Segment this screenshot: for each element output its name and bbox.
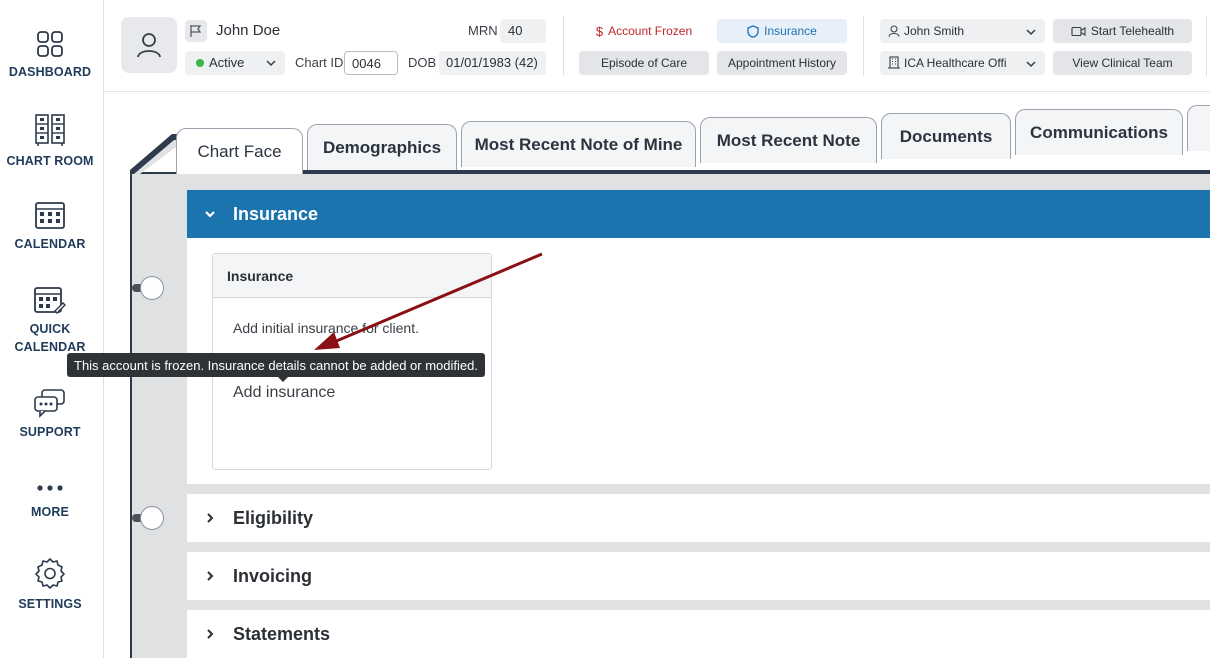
episode-of-care-button[interactable]: Episode of Care — [579, 51, 709, 75]
tab-most-recent-note-label: Most Recent Note — [716, 130, 861, 150]
chevron-right-icon — [207, 513, 214, 523]
nav-dashboard-label: DASHBOARD — [8, 65, 92, 79]
gear-icon — [35, 558, 65, 589]
flag-button[interactable] — [185, 20, 207, 42]
tab-communications-label: Communications — [1030, 122, 1168, 142]
nav-quick-calendar-label: QUICK CALENDAR — [14, 322, 86, 354]
patient-header: John Doe MRN 40 Active Chart ID 0046 DOB… — [104, 0, 1210, 92]
chevron-down-icon — [1025, 58, 1037, 70]
insurance-section-header[interactable]: Insurance — [187, 190, 1210, 238]
status-value: Active — [209, 55, 245, 70]
invoicing-section-header[interactable]: Invoicing — [187, 552, 1210, 600]
eligibility-section-title: Eligibility — [233, 507, 314, 528]
nav-support[interactable]: SUPPORT — [0, 388, 100, 441]
nav-support-label: SUPPORT — [19, 425, 81, 439]
nav-quick-calendar[interactable]: QUICK CALENDAR — [0, 285, 100, 356]
tab-documents-label: Documents — [899, 126, 993, 146]
insurance-card-title: Insurance — [213, 254, 491, 298]
frozen-tooltip: This account is frozen. Insurance detail… — [67, 353, 485, 382]
avatar[interactable] — [121, 17, 177, 73]
tab-most-recent-note-of-mine-label: Most Recent Note of Mine — [474, 134, 683, 154]
left-navigation: DASHBOARD CHART ROOM CALENDAR QUICK CALE… — [0, 0, 104, 658]
nav-dashboard[interactable]: DASHBOARD — [0, 30, 100, 81]
chevron-down-icon — [266, 60, 276, 67]
status-select[interactable]: Active — [185, 51, 285, 75]
chart-id-label: Chart ID — [295, 55, 344, 70]
status-dot — [196, 59, 204, 67]
tab-demographics-label: Demographics — [322, 137, 442, 157]
building-icon — [888, 56, 900, 69]
chat-bubbles-icon — [34, 389, 65, 418]
chevron-right-icon — [207, 629, 214, 639]
add-insurance-link[interactable]: Add insurance — [233, 384, 335, 402]
tab-demographics[interactable]: Demographics — [307, 124, 457, 170]
appointment-history-button[interactable]: Appointment History — [717, 51, 847, 75]
tab-most-recent-note[interactable]: Most Recent Note — [700, 117, 877, 163]
dashboard-icon — [37, 31, 63, 57]
clinician-value: John Smith — [904, 24, 965, 38]
patient-name: John Doe — [216, 22, 281, 39]
start-telehealth-button[interactable]: Start Telehealth — [1053, 19, 1192, 43]
insurance-section-title: Insurance — [233, 203, 319, 224]
nav-chart-room[interactable]: CHART ROOM — [0, 113, 100, 170]
tooltip-pointer — [277, 376, 289, 382]
quick-calendar-icon — [34, 287, 66, 314]
tab-documents[interactable]: Documents — [881, 113, 1011, 159]
dob-value: 01/01/1983 (42) — [439, 51, 546, 75]
chevron-down-icon — [1026, 29, 1036, 36]
clinician-select[interactable]: John Smith — [880, 19, 1045, 43]
tab-chart-face-label: Chart Face — [197, 141, 282, 161]
nav-calendar[interactable]: CALENDAR — [0, 200, 100, 253]
binder-ring — [140, 506, 164, 530]
binder-ring — [140, 276, 164, 300]
account-frozen-label: Account Frozen — [608, 24, 693, 38]
file-cabinet-icon — [35, 114, 65, 146]
chevron-right-icon — [207, 571, 214, 581]
statements-section-title: Statements — [233, 623, 331, 644]
nav-settings[interactable]: SETTINGS — [0, 556, 100, 613]
calendar-icon — [35, 202, 65, 229]
tab-most-recent-note-of-mine[interactable]: Most Recent Note of Mine — [461, 121, 696, 167]
nav-more-label: MORE — [31, 505, 69, 519]
mrn-value: 40 — [500, 19, 546, 43]
tab-overflow[interactable] — [1187, 105, 1210, 151]
chart-id-field[interactable]: 0046 — [344, 51, 398, 75]
insurance-button[interactable]: Insurance — [717, 19, 847, 43]
view-clinical-team-button[interactable]: View Clinical Team — [1053, 51, 1192, 75]
episode-of-care-label: Episode of Care — [600, 56, 688, 70]
office-select[interactable]: ICA Healthcare Offi — [880, 51, 1045, 75]
eligibility-section-header[interactable]: Eligibility — [187, 494, 1210, 542]
nav-more[interactable]: MORE — [0, 478, 100, 521]
chevron-down-icon — [205, 211, 215, 218]
tab-chart-face[interactable]: Chart Face — [176, 128, 303, 174]
appointment-history-label: Appointment History — [727, 56, 837, 70]
nav-settings-label: SETTINGS — [18, 597, 82, 611]
flag-icon — [190, 25, 202, 37]
user-icon — [888, 25, 900, 37]
account-frozen-button[interactable]: $ Account Frozen — [579, 19, 709, 43]
nav-chart-room-label: CHART ROOM — [6, 154, 94, 168]
dollar-icon: $ — [595, 23, 604, 39]
frozen-tooltip-text: This account is frozen. Insurance detail… — [74, 358, 478, 373]
invoicing-section-title: Invoicing — [233, 565, 313, 586]
shield-icon — [747, 24, 759, 38]
dob-label: DOB — [408, 55, 437, 70]
binder-corner — [130, 134, 180, 174]
header-divider — [563, 16, 564, 76]
header-divider — [1206, 16, 1207, 76]
video-camera-icon — [1071, 26, 1086, 36]
office-value: ICA Healthcare Offi — [904, 56, 1007, 70]
header-divider — [863, 16, 864, 76]
tab-communications[interactable]: Communications — [1015, 109, 1183, 155]
insurance-card-message: Add initial insurance for client. — [233, 320, 419, 336]
statements-section-header[interactable]: Statements — [187, 610, 1210, 658]
view-clinical-team-label: View Clinical Team — [1072, 56, 1173, 70]
nav-calendar-label: CALENDAR — [14, 237, 86, 251]
insurance-button-label: Insurance — [764, 24, 817, 38]
more-dots-icon — [37, 485, 63, 491]
user-icon — [137, 33, 161, 58]
start-telehealth-label: Start Telehealth — [1090, 24, 1175, 38]
mrn-label: MRN — [468, 23, 498, 38]
